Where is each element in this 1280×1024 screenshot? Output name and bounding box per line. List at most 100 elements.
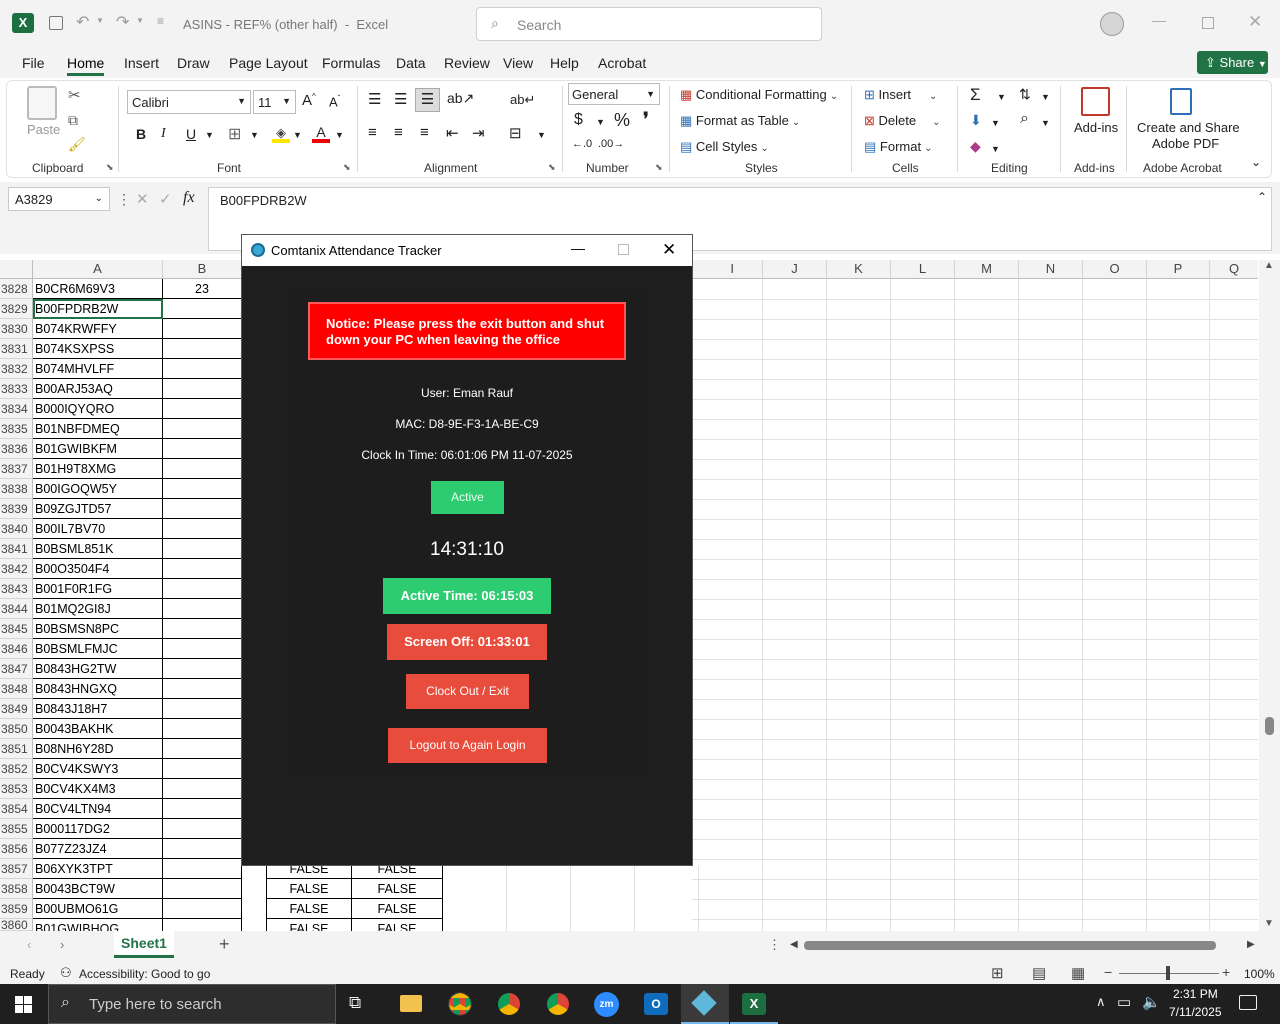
show-hidden-icons-icon[interactable]: ∧ bbox=[1096, 994, 1106, 1010]
cell-a[interactable]: B074KRWFFY bbox=[33, 319, 163, 339]
bold-icon[interactable]: B bbox=[136, 126, 146, 142]
scroll-right-icon[interactable]: ▶ bbox=[1247, 939, 1255, 950]
cell-a[interactable]: B0CV4KX4M3 bbox=[33, 779, 163, 799]
tab-review[interactable]: Review bbox=[444, 55, 490, 71]
row-header[interactable]: 3841 bbox=[0, 539, 33, 559]
column-header[interactable]: B bbox=[163, 260, 242, 279]
tab-draw[interactable]: Draw bbox=[177, 55, 210, 71]
row-header[interactable]: 3847 bbox=[0, 659, 33, 679]
scroll-up-icon[interactable]: ▲ bbox=[1264, 260, 1274, 271]
logout-button[interactable]: Logout to Again Login bbox=[388, 728, 547, 763]
row-header[interactable]: 3853 bbox=[0, 779, 33, 799]
clock-time[interactable]: 2:31 PM bbox=[1173, 987, 1218, 1001]
taskbar-search-box[interactable]: ⌕ Type here to search bbox=[48, 984, 336, 1024]
fill-icon[interactable]: ⬇ bbox=[970, 112, 982, 129]
cell-a[interactable]: B074KSXPSS bbox=[33, 339, 163, 359]
page-layout-view-icon[interactable]: ▤ bbox=[1032, 964, 1046, 982]
format-as-table-button[interactable]: ▦ Format as Table ⌄ bbox=[680, 113, 800, 129]
align-right-icon[interactable]: ≡ bbox=[420, 124, 429, 141]
cell-a[interactable]: B001F0R1FG bbox=[33, 579, 163, 599]
cut-icon[interactable]: ✂ bbox=[68, 86, 81, 104]
chrome-profile-3-icon[interactable] bbox=[547, 993, 569, 1015]
currency-icon[interactable]: $ bbox=[574, 111, 583, 129]
font-color-dropdown-icon[interactable]: ▼ bbox=[335, 130, 344, 140]
close-icon[interactable]: ✕ bbox=[1248, 12, 1262, 32]
cell-a[interactable]: B00O3504F4 bbox=[33, 559, 163, 579]
row-header[interactable]: 3850 bbox=[0, 719, 33, 739]
cell-a[interactable]: B0CR6M69V3 bbox=[33, 279, 163, 299]
cell-b[interactable] bbox=[163, 319, 242, 339]
cell-f[interactable]: FALSE bbox=[266, 899, 352, 919]
cell-b[interactable] bbox=[163, 439, 242, 459]
cell-a[interactable]: B08NH6Y28D bbox=[33, 739, 163, 759]
sort-filter-icon[interactable]: ⇅ bbox=[1019, 86, 1031, 103]
vertical-scroll-thumb[interactable] bbox=[1265, 717, 1274, 735]
tab-page-layout[interactable]: Page Layout bbox=[229, 55, 308, 71]
conditional-formatting-button[interactable]: ▦ Conditional Formatting ⌄ bbox=[680, 87, 838, 103]
row-header[interactable]: 3857 bbox=[0, 859, 33, 879]
next-sheet-icon[interactable]: › bbox=[60, 937, 64, 952]
cell-a[interactable]: B00IL7BV70 bbox=[33, 519, 163, 539]
merge-center-icon[interactable]: ⊟ bbox=[509, 124, 522, 142]
cell-a[interactable]: B00FPDRB2W bbox=[33, 299, 163, 319]
cell-g[interactable]: FALSE bbox=[352, 899, 443, 919]
autosum-icon[interactable]: Σ bbox=[970, 85, 981, 105]
row-header[interactable]: 3843 bbox=[0, 579, 33, 599]
cell-b[interactable] bbox=[163, 679, 242, 699]
fill-color-icon[interactable]: ◈ bbox=[272, 125, 290, 143]
paste-button[interactable]: Paste bbox=[27, 122, 60, 137]
underline-dropdown-icon[interactable]: ▼ bbox=[205, 130, 214, 140]
tab-view[interactable]: View bbox=[503, 55, 533, 71]
cell-b[interactable] bbox=[163, 359, 242, 379]
tab-insert[interactable]: Insert bbox=[124, 55, 159, 71]
insert-cells-button[interactable]: ⊞ Insert ⌄ bbox=[864, 87, 937, 103]
percent-icon[interactable]: % bbox=[614, 110, 630, 131]
cell-a[interactable]: B0843HG2TW bbox=[33, 659, 163, 679]
share-button[interactable]: ⇪ Share ▼ bbox=[1197, 51, 1268, 74]
tab-file[interactable]: File bbox=[22, 55, 45, 71]
tab-acrobat[interactable]: Acrobat bbox=[598, 55, 646, 71]
outlook-icon[interactable]: O bbox=[644, 993, 668, 1015]
column-header[interactable]: K bbox=[827, 260, 891, 279]
cell-b[interactable] bbox=[163, 459, 242, 479]
cell-b[interactable] bbox=[163, 879, 242, 899]
prev-sheet-icon[interactable]: ‹ bbox=[27, 937, 31, 952]
row-header[interactable]: 3833 bbox=[0, 379, 33, 399]
cell-a[interactable]: B077Z23JZ4 bbox=[33, 839, 163, 859]
borders-dropdown-icon[interactable]: ▼ bbox=[250, 130, 259, 140]
cell-b[interactable] bbox=[163, 899, 242, 919]
attendance-tracker-taskbar-item[interactable] bbox=[681, 984, 729, 1024]
row-header[interactable]: 3836 bbox=[0, 439, 33, 459]
number-format-select[interactable]: General ▼ bbox=[568, 83, 660, 105]
cell-f[interactable]: FALSE bbox=[266, 919, 352, 931]
undo-dropdown-icon[interactable]: ▼ bbox=[96, 16, 104, 25]
cell-b[interactable] bbox=[163, 919, 242, 931]
column-header[interactable]: P bbox=[1147, 260, 1210, 279]
column-header[interactable]: I bbox=[692, 260, 763, 279]
decrease-decimal-icon[interactable]: .00→ bbox=[598, 138, 624, 150]
chrome-icon[interactable] bbox=[448, 992, 472, 1016]
column-header[interactable]: A bbox=[33, 260, 163, 279]
row-header[interactable]: 3838 bbox=[0, 479, 33, 499]
currency-dropdown-icon[interactable]: ▼ bbox=[596, 117, 605, 127]
row-header[interactable]: 3845 bbox=[0, 619, 33, 639]
align-top-icon[interactable]: ☰ bbox=[368, 90, 381, 108]
confirm-entry-icon[interactable]: ✓ bbox=[159, 190, 172, 208]
customize-qat-icon[interactable]: ≡ bbox=[157, 14, 164, 28]
cell-g[interactable]: FALSE bbox=[352, 879, 443, 899]
cell-b[interactable] bbox=[163, 799, 242, 819]
account-avatar-icon[interactable] bbox=[1100, 12, 1124, 36]
create-share-label-2[interactable]: Adobe PDF bbox=[1152, 136, 1219, 151]
row-header[interactable]: 3832 bbox=[0, 359, 33, 379]
dialog-minimize-icon[interactable]: — bbox=[571, 240, 585, 256]
cell-b[interactable]: 23 bbox=[163, 279, 242, 299]
wrap-text-icon[interactable]: ab↵ bbox=[510, 92, 535, 108]
column-header[interactable]: M bbox=[955, 260, 1019, 279]
tab-formulas[interactable]: Formulas bbox=[322, 55, 380, 71]
row-header[interactable]: 3840 bbox=[0, 519, 33, 539]
cell-a[interactable]: B000IQYQRO bbox=[33, 399, 163, 419]
row-header[interactable]: 3849 bbox=[0, 699, 33, 719]
volume-icon[interactable]: 🔈 bbox=[1142, 993, 1161, 1011]
cell-a[interactable]: B09ZGJTD57 bbox=[33, 499, 163, 519]
cell-b[interactable] bbox=[163, 759, 242, 779]
